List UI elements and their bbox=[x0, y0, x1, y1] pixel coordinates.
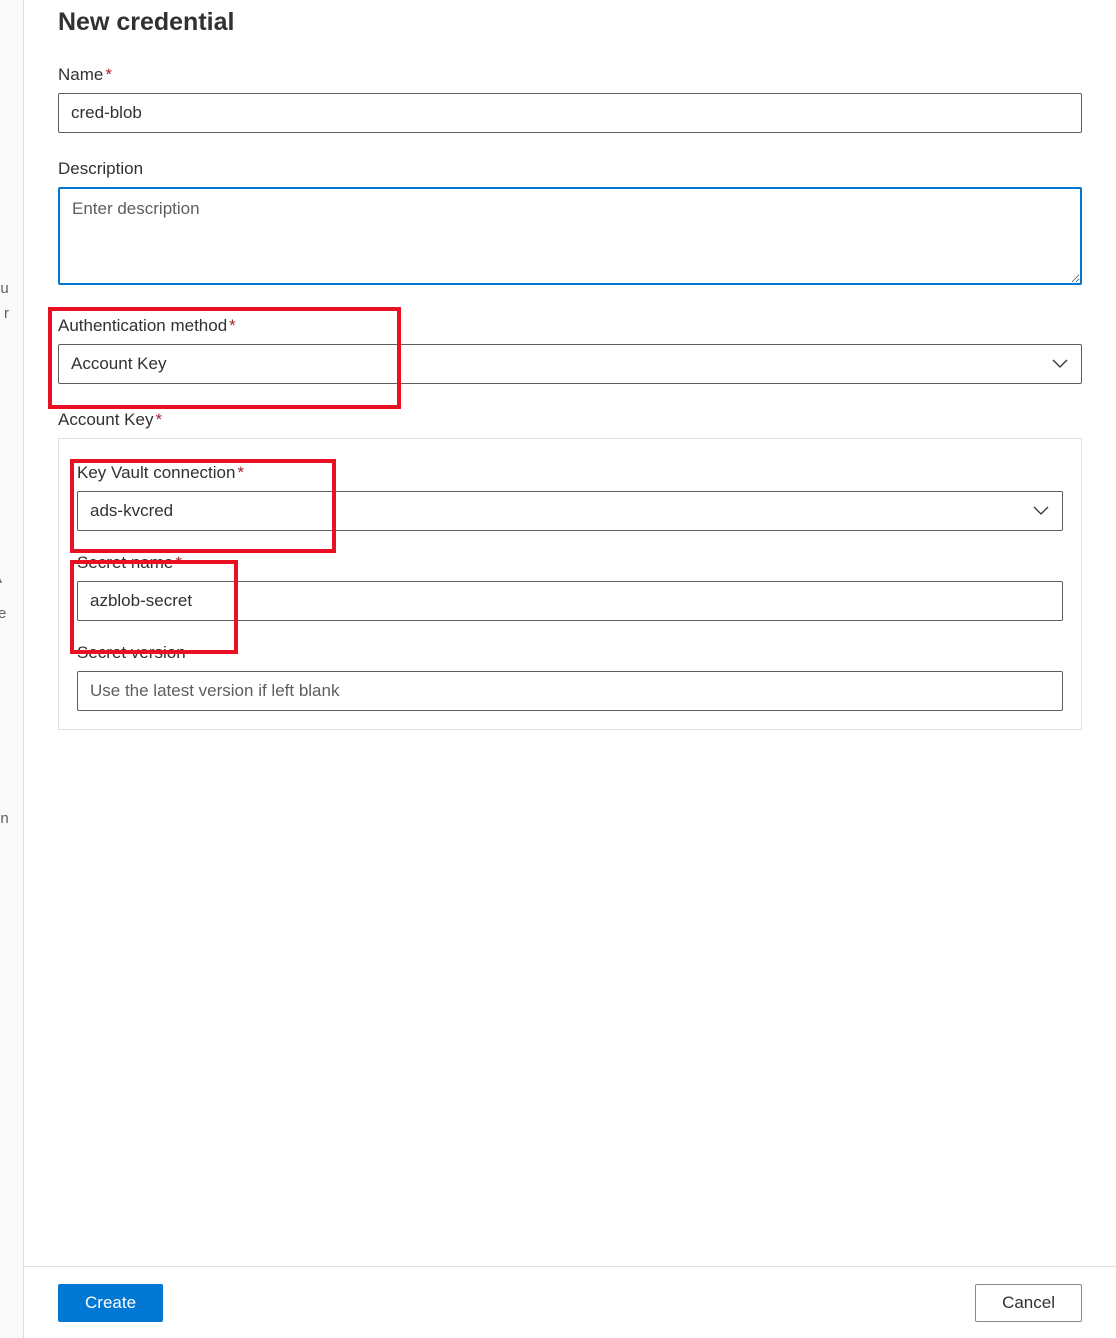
description-field-group: Description bbox=[58, 159, 1082, 290]
account-key-nested-box: Key Vault connection* ads-kvcred Secret … bbox=[58, 438, 1082, 730]
required-indicator: * bbox=[175, 553, 182, 572]
secret-name-label: Secret name* bbox=[77, 553, 1063, 573]
name-label: Name* bbox=[58, 65, 1082, 85]
account-key-section: Account Key* Key Vault connection* ads-k… bbox=[58, 410, 1082, 730]
cancel-button[interactable]: Cancel bbox=[975, 1284, 1082, 1322]
key-vault-select-wrapper: ads-kvcred bbox=[77, 491, 1063, 531]
name-field-group: Name* bbox=[58, 65, 1082, 133]
required-indicator: * bbox=[237, 463, 244, 482]
description-textarea[interactable] bbox=[58, 187, 1082, 285]
auth-method-select-wrapper: Account Key bbox=[58, 344, 1082, 384]
auth-method-field-group: Authentication method* Account Key bbox=[58, 316, 1082, 384]
key-vault-label: Key Vault connection* bbox=[77, 463, 1063, 483]
key-vault-select[interactable]: ads-kvcred bbox=[77, 491, 1063, 531]
auth-method-select[interactable]: Account Key bbox=[58, 344, 1082, 384]
account-key-section-label: Account Key* bbox=[58, 410, 1082, 430]
required-indicator: * bbox=[105, 65, 112, 84]
name-input[interactable] bbox=[58, 93, 1082, 133]
auth-method-label: Authentication method* bbox=[58, 316, 1082, 336]
background-panel-edge: ou r A e on bbox=[0, 0, 24, 1338]
secret-version-label: Secret version bbox=[77, 643, 1063, 663]
secret-name-field-group: Secret name* bbox=[77, 553, 1063, 621]
panel-footer: Create Cancel bbox=[24, 1266, 1116, 1338]
required-indicator: * bbox=[229, 316, 236, 335]
secret-name-input[interactable] bbox=[77, 581, 1063, 621]
required-indicator: * bbox=[155, 410, 162, 429]
create-button[interactable]: Create bbox=[58, 1284, 163, 1322]
new-credential-panel: New credential Name* Description Authent… bbox=[24, 0, 1116, 1338]
key-vault-field-group: Key Vault connection* ads-kvcred bbox=[77, 463, 1063, 531]
secret-version-input[interactable] bbox=[77, 671, 1063, 711]
panel-title: New credential bbox=[58, 0, 1082, 65]
description-label: Description bbox=[58, 159, 1082, 179]
secret-version-field-group: Secret version bbox=[77, 643, 1063, 711]
